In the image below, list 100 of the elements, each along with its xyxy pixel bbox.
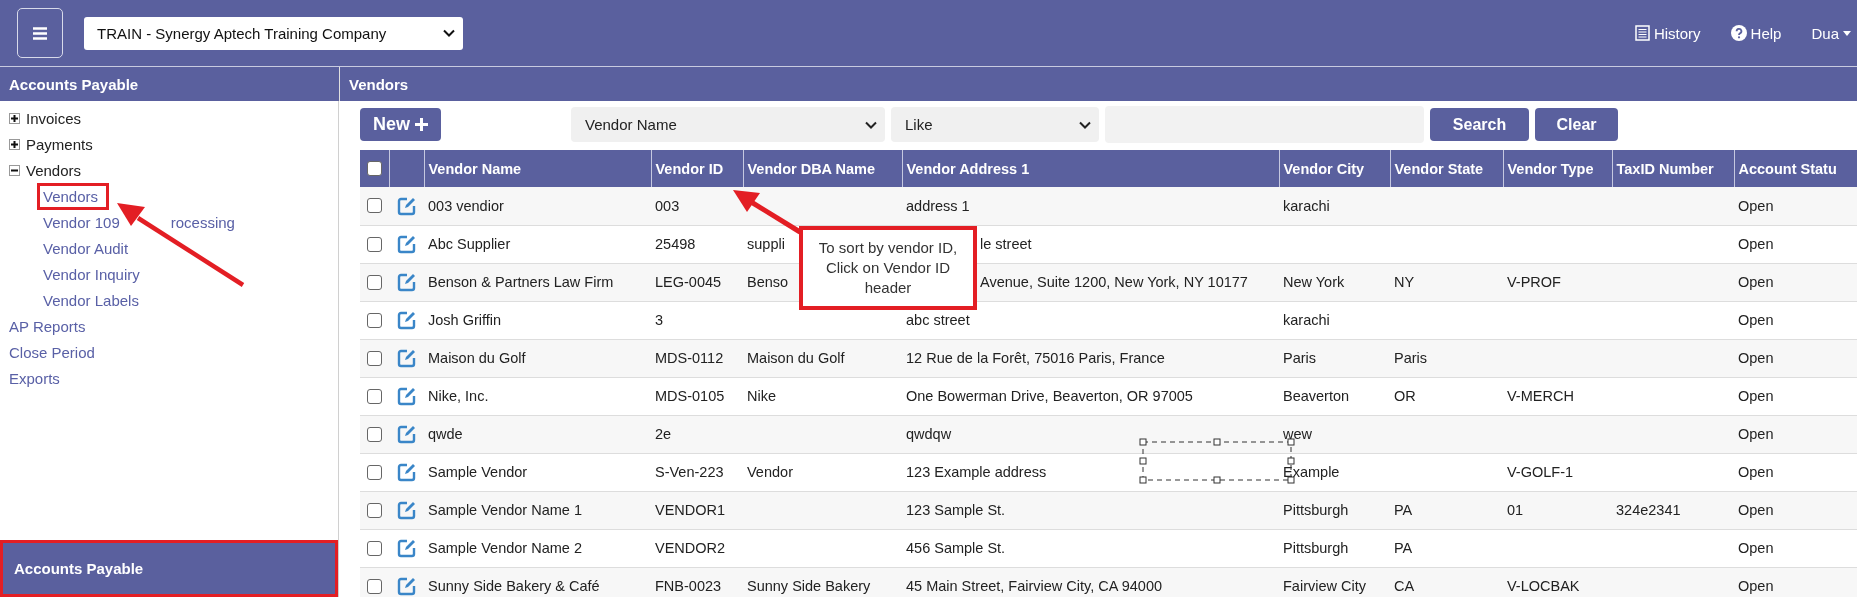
- nav-link[interactable]: AP Reports: [9, 313, 338, 339]
- clear-button[interactable]: Clear: [1535, 108, 1618, 141]
- help-icon: [1730, 25, 1747, 41]
- plus-icon: [415, 118, 428, 131]
- expand-icon[interactable]: [9, 138, 20, 150]
- nav-link[interactable]: Vendor 109: [37, 208, 131, 236]
- table-cell: V-LOCBAK: [1507, 578, 1580, 594]
- table-cell: Beaverton: [1283, 388, 1350, 404]
- table-cell: karachi: [1283, 312, 1330, 328]
- operator-dropdown[interactable]: Like: [891, 107, 1099, 142]
- checkbox[interactable]: [367, 578, 382, 594]
- table-cell: Example: [1283, 464, 1340, 480]
- edit-icon[interactable]: [396, 424, 417, 444]
- nav-link[interactable]: Vendor Audit: [37, 234, 140, 262]
- table-cell: Josh Griffin: [428, 312, 502, 328]
- checkbox[interactable]: [367, 274, 382, 290]
- table-cell: 01: [1507, 502, 1524, 518]
- tree-item[interactable]: Invoices: [26, 109, 82, 127]
- checkbox[interactable]: [366, 161, 382, 176]
- table-cell: Maison du Golf: [747, 350, 845, 366]
- edit-icon[interactable]: [396, 538, 417, 558]
- table-cell: Sunny Side Bakery: [747, 578, 871, 594]
- field-dropdown[interactable]: Vendor Name: [571, 107, 885, 142]
- table-cell: LEG-0045: [655, 274, 722, 290]
- nav-link[interactable]: rocessing: [164, 208, 246, 236]
- edit-icon[interactable]: [396, 195, 417, 216]
- checkbox[interactable]: [367, 388, 382, 404]
- edit-icon[interactable]: [396, 500, 417, 520]
- nav-link[interactable]: Vendor Labels: [37, 286, 150, 314]
- nav-link[interactable]: Close Period: [9, 339, 338, 365]
- nav-link[interactable]: Vendor Inquiry: [37, 260, 151, 288]
- table-cell: abc street: [906, 312, 970, 328]
- table-cell: Paris: [1283, 350, 1317, 366]
- table-cell: Vendor: [747, 464, 793, 480]
- table-cell: S-Ven-223: [655, 464, 724, 480]
- edit-icon[interactable]: [396, 462, 417, 482]
- table-cell: Open: [1738, 197, 1774, 214]
- module-panel[interactable]: Accounts Payable: [0, 540, 338, 597]
- table-cell: Maison du Golf: [428, 350, 526, 366]
- column-header[interactable]: Vendor Name: [428, 160, 522, 177]
- table-cell: PA: [1394, 540, 1413, 556]
- table-cell: 2e: [655, 426, 672, 442]
- table-cell: MDS-0105: [655, 388, 725, 404]
- table-cell: karachi: [1283, 197, 1330, 214]
- nav-link[interactable]: Vendors: [37, 182, 110, 210]
- column-header[interactable]: Vendor Address 1: [906, 160, 1030, 177]
- new-button[interactable]: New: [360, 108, 441, 141]
- expand-icon[interactable]: [9, 112, 20, 124]
- table-cell: 12 Rue de la Forêt, 75016 Paris, France: [906, 350, 1165, 366]
- nav-link[interactable]: Help: [1730, 24, 1782, 42]
- tree-item[interactable]: Vendors: [26, 161, 82, 179]
- table-cell: 324e2341: [1616, 502, 1681, 518]
- checkbox[interactable]: [367, 502, 382, 518]
- edit-icon[interactable]: [396, 348, 417, 368]
- chevron-icon: [1079, 120, 1091, 129]
- checkbox[interactable]: [367, 312, 382, 328]
- edit-icon[interactable]: [396, 272, 417, 292]
- table-cell: Abc Supplier: [428, 236, 511, 252]
- table-cell: CA: [1394, 578, 1415, 594]
- user-menu[interactable]: Dua: [1811, 24, 1851, 42]
- table-cell: Pittsburgh: [1283, 502, 1349, 518]
- checkbox[interactable]: [367, 198, 382, 214]
- nav-link[interactable]: Exports: [9, 365, 338, 391]
- table-cell: Fairview City: [1283, 578, 1366, 594]
- checkbox[interactable]: [367, 350, 382, 366]
- page-title: Vendors: [339, 67, 1857, 101]
- table-cell: Sample Vendor Name 1: [428, 502, 582, 518]
- collapse-icon[interactable]: [9, 164, 20, 176]
- table-cell: wew: [1283, 426, 1312, 442]
- edit-icon[interactable]: [396, 386, 417, 406]
- table-cell: VENDOR2: [655, 540, 726, 556]
- table-cell: address 1: [906, 197, 970, 214]
- checkbox[interactable]: [367, 464, 382, 480]
- nav-link[interactable]: History: [1634, 24, 1701, 42]
- edit-icon[interactable]: [396, 576, 417, 596]
- table-cell: One Bowerman Drive, Beaverton, OR 97005: [906, 388, 1193, 404]
- table-cell: 456 Sample St.: [906, 540, 1006, 556]
- menu-button[interactable]: [17, 8, 63, 58]
- tree-item[interactable]: Payments: [26, 135, 93, 153]
- table-cell: New York: [1283, 274, 1345, 290]
- table-cell: 3: [655, 312, 664, 328]
- caret-icon: [1843, 30, 1851, 36]
- table-cell: Sunny Side Bakery & Café: [428, 578, 600, 594]
- table-cell: Nike: [747, 388, 776, 404]
- edit-icon[interactable]: [396, 234, 417, 254]
- table-cell: le street: [980, 236, 1032, 252]
- table-cell: Nike, Inc.: [428, 388, 489, 404]
- edit-icon[interactable]: [396, 310, 417, 330]
- checkbox[interactable]: [367, 236, 382, 252]
- table-cell: Open: [1738, 312, 1774, 328]
- table-cell: suppli: [747, 236, 785, 252]
- table-cell: Open: [1738, 502, 1774, 518]
- table-cell: Open: [1738, 464, 1774, 480]
- checkbox[interactable]: [367, 540, 382, 556]
- search-button[interactable]: Search: [1430, 108, 1529, 141]
- table-cell: Sample Vendor Name 2: [428, 540, 582, 556]
- table-cell: Avenue, Suite 1200, New York, NY 10177: [980, 274, 1248, 290]
- checkbox[interactable]: [367, 426, 382, 442]
- company-dropdown[interactable]: TRAIN - Synergy Aptech Training Company: [84, 16, 463, 50]
- chevron-icon: [443, 29, 455, 37]
